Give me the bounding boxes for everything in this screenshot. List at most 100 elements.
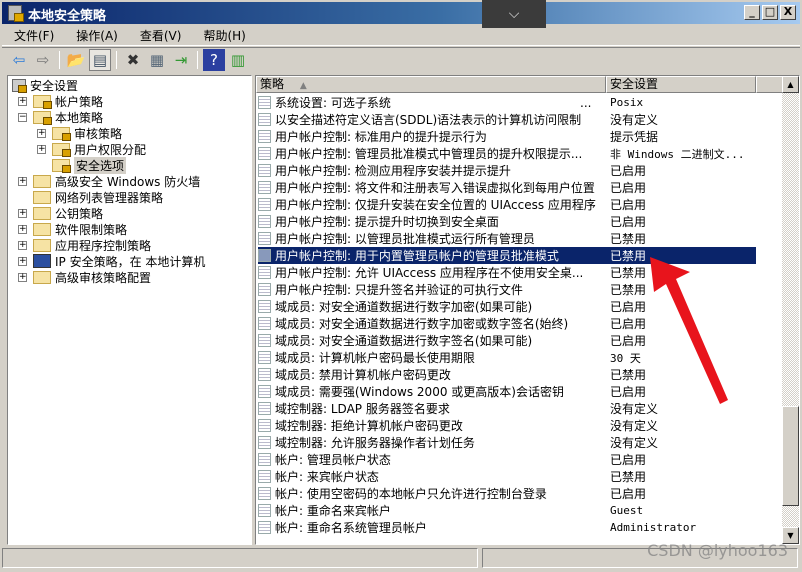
policy-name: 域控制器: 允许服务器操作者计划任务 bbox=[275, 436, 475, 450]
table-row[interactable]: 用户帐户控制: 标准用户的提升提示行为 提示凭据 bbox=[258, 128, 756, 145]
tree-item[interactable]: 网络列表管理器策略 bbox=[18, 189, 163, 205]
scroll-up-button[interactable]: ▲ bbox=[782, 76, 799, 93]
tree-root[interactable]: 安全设置 bbox=[12, 77, 78, 93]
forward-icon[interactable]: ⇨ bbox=[32, 49, 54, 71]
table-row[interactable]: 系统设置: 可选子系统... Posix bbox=[258, 94, 756, 111]
table-row[interactable]: 用户帐户控制: 用于内置管理员帐户的管理员批准模式 已禁用 bbox=[258, 247, 756, 264]
expand-icon[interactable]: + bbox=[37, 128, 46, 138]
column-header-empty[interactable] bbox=[756, 76, 784, 93]
expand-icon[interactable]: − bbox=[18, 112, 27, 122]
table-row[interactable]: 以安全描述符定义语言(SDDL)语法表示的计算机访问限制 没有定义 bbox=[258, 111, 756, 128]
close-button[interactable]: X bbox=[780, 5, 796, 20]
tree-item-label: 用户权限分配 bbox=[74, 142, 147, 157]
expand-icon[interactable]: + bbox=[18, 224, 27, 234]
table-row[interactable]: 帐户: 重命名系统管理员帐户 Administrator bbox=[258, 519, 756, 536]
expand-icon[interactable]: + bbox=[18, 176, 27, 186]
policy-name: 域控制器: 拒绝计算机帐户密码更改 bbox=[275, 419, 463, 433]
expand-icon[interactable]: + bbox=[37, 144, 46, 154]
tree-item[interactable]: + IP 安全策略，在 本地计算机 bbox=[18, 253, 205, 269]
show-hide-tree-icon[interactable]: ▤ bbox=[89, 49, 111, 71]
ip-security-icon bbox=[33, 254, 51, 268]
security-setting: 已启用 bbox=[610, 385, 647, 399]
vertical-scrollbar[interactable]: ▲ ▼ bbox=[782, 76, 799, 544]
tree-item-label: 安全选项 bbox=[74, 156, 127, 174]
tree-item[interactable]: + 公钥策略 bbox=[18, 205, 103, 221]
table-row[interactable]: 用户帐户控制: 只提升签名并验证的可执行文件 已禁用 bbox=[258, 281, 756, 298]
expand-icon[interactable]: + bbox=[18, 96, 27, 106]
table-row[interactable]: 域控制器: 允许服务器操作者计划任务 没有定义 bbox=[258, 434, 756, 451]
security-setting: 已启用 bbox=[610, 334, 647, 348]
locked-folder-icon bbox=[52, 142, 71, 157]
tree-item[interactable]: + 高级安全 Windows 防火墙 bbox=[18, 173, 200, 189]
tree-pane: 安全设置 + 帐户策略 − 本地策略 + 审核策略 + 用户权限分配 安全选项 + 高级安全 Win… bbox=[7, 75, 252, 545]
column-header-setting[interactable]: 安全设置 bbox=[606, 76, 756, 93]
policy-name: 帐户: 重命名系统管理员帐户 bbox=[275, 521, 427, 535]
table-row[interactable]: 域成员: 计算机帐户密码最长使用期限 30 天 bbox=[258, 349, 756, 366]
properties-icon[interactable]: ▦ bbox=[146, 49, 168, 71]
tree-item[interactable]: + 高级审核策略配置 bbox=[18, 269, 151, 285]
policy-name: 用户帐户控制: 管理员批准模式中管理员的提升权限提示... bbox=[275, 147, 583, 161]
expand-icon[interactable]: + bbox=[18, 240, 27, 250]
tree-item[interactable]: + 审核策略 bbox=[37, 125, 122, 141]
policy-name: 用户帐户控制: 将文件和注册表写入错误虚拟化到每用户位置 bbox=[275, 181, 595, 195]
tree-item[interactable]: + 帐户策略 bbox=[18, 93, 103, 109]
policy-name: 域控制器: LDAP 服务器签名要求 bbox=[275, 402, 450, 416]
table-row[interactable]: 域成员: 对安全通道数据进行数字签名(如果可能) 已启用 bbox=[258, 332, 756, 349]
tree-item-label: 帐户策略 bbox=[55, 94, 104, 109]
table-row[interactable]: 用户帐户控制: 仅提升安装在安全位置的 UIAccess 应用程序 已启用 bbox=[258, 196, 756, 213]
menu-0[interactable]: 文件(F) bbox=[2, 24, 64, 45]
delete-icon[interactable]: ✖ bbox=[122, 49, 144, 71]
policy-icon bbox=[258, 96, 271, 109]
security-setting: 已启用 bbox=[610, 317, 647, 331]
table-row[interactable]: 域控制器: LDAP 服务器签名要求 没有定义 bbox=[258, 400, 756, 417]
tree-item[interactable]: + 用户权限分配 bbox=[37, 141, 146, 157]
table-row[interactable]: 域成员: 禁用计算机帐户密码更改 已禁用 bbox=[258, 366, 756, 383]
expand-icon[interactable]: + bbox=[18, 208, 27, 218]
tree-item[interactable]: + 应用程序控制策略 bbox=[18, 237, 151, 253]
table-row[interactable]: 用户帐户控制: 允许 UIAccess 应用程序在不使用安全桌... 已禁用 bbox=[258, 264, 756, 281]
back-icon[interactable]: ⇦ bbox=[8, 49, 30, 71]
security-setting: 30 天 bbox=[610, 351, 641, 365]
table-row[interactable]: 帐户: 重命名来宾帐户 Guest bbox=[258, 502, 756, 519]
policy-name: 域成员: 对安全通道数据进行数字加密(如果可能) bbox=[275, 300, 533, 314]
policy-icon bbox=[258, 215, 271, 228]
policy-icon bbox=[258, 300, 271, 313]
column-header-policy[interactable]: 策略 ▲ bbox=[256, 76, 606, 93]
table-row[interactable]: 用户帐户控制: 提示提升时切换到安全桌面 已启用 bbox=[258, 213, 756, 230]
table-row[interactable]: 用户帐户控制: 以管理员批准模式运行所有管理员 已禁用 bbox=[258, 230, 756, 247]
table-row[interactable]: 域成员: 对安全通道数据进行数字加密或数字签名(始终) 已启用 bbox=[258, 315, 756, 332]
tree-item[interactable]: 安全选项 bbox=[37, 156, 127, 174]
security-setting: 已禁用 bbox=[610, 283, 647, 297]
policy-icon bbox=[258, 419, 271, 432]
tree-item[interactable]: − 本地策略 bbox=[18, 109, 103, 125]
table-row[interactable]: 用户帐户控制: 管理员批准模式中管理员的提升权限提示... 非 Windows 二… bbox=[258, 145, 756, 162]
column-label: 策略 bbox=[260, 77, 285, 91]
table-row[interactable]: 用户帐户控制: 检测应用程序安装并提示提升 已启用 bbox=[258, 162, 756, 179]
window-title: 本地安全策略 bbox=[28, 9, 107, 24]
table-row[interactable]: 用户帐户控制: 将文件和注册表写入错误虚拟化到每用户位置 已启用 bbox=[258, 179, 756, 196]
menu-1[interactable]: 操作(A) bbox=[64, 24, 128, 45]
table-row[interactable]: 帐户: 来宾帐户状态 已禁用 bbox=[258, 468, 756, 485]
policy-icon bbox=[258, 198, 271, 211]
scrollbar-thumb[interactable] bbox=[782, 406, 799, 506]
tree-item[interactable]: + 软件限制策略 bbox=[18, 221, 127, 237]
expand-icon[interactable]: + bbox=[18, 272, 27, 282]
tree-item-label: 公钥策略 bbox=[55, 206, 104, 221]
help-icon[interactable]: ? bbox=[203, 49, 225, 71]
table-row[interactable]: 帐户: 管理员帐户状态 已启用 bbox=[258, 451, 756, 468]
table-row[interactable]: 域成员: 需要强(Windows 2000 或更高版本)会话密钥 已启用 bbox=[258, 383, 756, 400]
policy-name: 域成员: 计算机帐户密码最长使用期限 bbox=[275, 351, 475, 365]
maximize-button[interactable]: □ bbox=[762, 5, 778, 20]
folder-icon bbox=[33, 174, 51, 188]
table-row[interactable]: 帐户: 使用空密码的本地帐户只允许进行控制台登录 已启用 bbox=[258, 485, 756, 502]
export-list-icon[interactable]: ⇥ bbox=[170, 49, 192, 71]
expand-icon[interactable]: + bbox=[18, 256, 27, 266]
policy-name: 域成员: 需要强(Windows 2000 或更高版本)会话密钥 bbox=[275, 385, 564, 399]
menu-3[interactable]: 帮助(H) bbox=[191, 24, 255, 45]
table-row[interactable]: 域成员: 对安全通道数据进行数字加密(如果可能) 已启用 bbox=[258, 298, 756, 315]
show-action-pane-icon[interactable]: ▥ bbox=[227, 49, 249, 71]
minimize-button[interactable]: _ bbox=[744, 5, 760, 20]
up-folder-icon[interactable]: 📂 bbox=[65, 49, 87, 71]
menu-2[interactable]: 查看(V) bbox=[128, 24, 192, 45]
table-row[interactable]: 域控制器: 拒绝计算机帐户密码更改 没有定义 bbox=[258, 417, 756, 434]
